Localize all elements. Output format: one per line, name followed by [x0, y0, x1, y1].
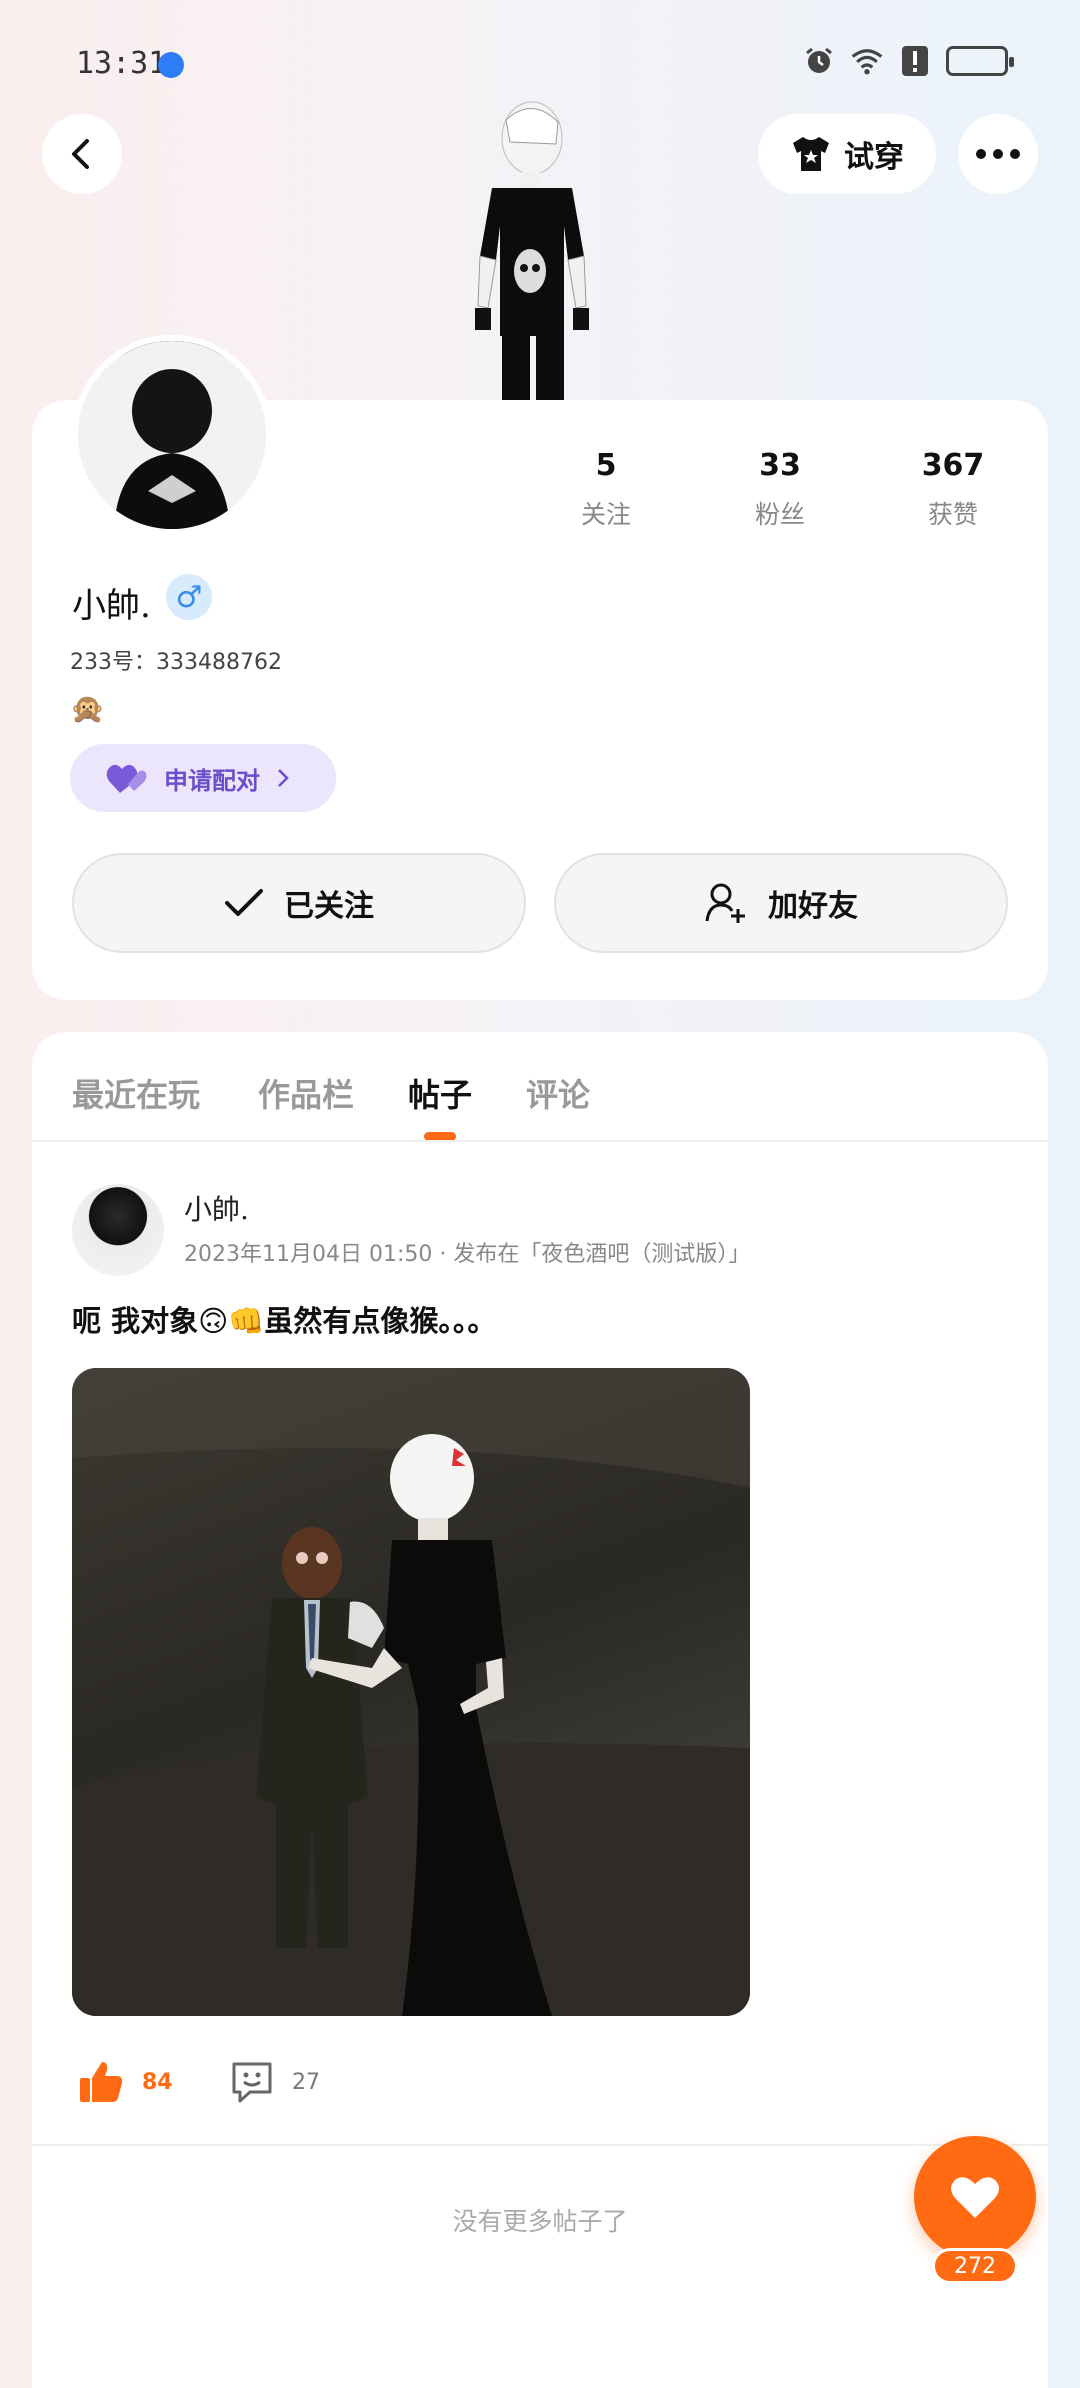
post-divider — [32, 2144, 1048, 2146]
followed-label: 已关注 — [284, 889, 374, 924]
post-text: 呃 我对象🙃👊虽然有点像猴。。。 — [72, 1304, 497, 1338]
chevron-left-icon — [72, 139, 89, 169]
add-friend-label: 加好友 — [768, 889, 858, 924]
heart-count-badge: 272 — [932, 2248, 1018, 2284]
stat-followers-value: 33 — [759, 448, 801, 483]
stat-likes-value: 367 — [921, 448, 985, 483]
profile-name: 小帥. — [72, 586, 151, 626]
tabs-divider — [32, 1140, 1048, 1142]
comment-icon — [232, 2062, 272, 2103]
check-icon — [225, 889, 263, 916]
more-icon — [976, 149, 1020, 159]
user-id: 233号：333488762 — [70, 650, 282, 675]
stat-following-value: 5 — [595, 448, 617, 483]
add-friend-button[interactable]: 加好友 — [554, 853, 1008, 953]
try-on-button[interactable]: 试穿 — [758, 114, 936, 194]
heart-fab-button[interactable] — [914, 2136, 1036, 2258]
post-author-name[interactable]: 小帥. — [184, 1188, 249, 1228]
tab-works[interactable]: 作品栏 — [258, 1070, 354, 1116]
post-author-avatar[interactable] — [72, 1184, 164, 1276]
post-meta: 2023年11月04日 01:50 · 发布在「夜色酒吧（测试版）」 — [184, 1242, 751, 1267]
followed-button[interactable]: 已关注 — [72, 853, 526, 953]
battery-icon — [946, 46, 1014, 76]
stat-followers[interactable]: 33 粉丝 — [710, 448, 850, 531]
bio-emoji: 🙊 — [70, 692, 105, 725]
try-on-label: 试穿 — [844, 140, 904, 175]
tab-comments[interactable]: 评论 — [526, 1070, 590, 1116]
request-pair-button[interactable]: 申请配对 — [70, 744, 336, 812]
status-time: 13:31 — [76, 46, 167, 81]
app-notification-icon — [158, 52, 184, 78]
more-button[interactable] — [958, 114, 1038, 194]
like-count: 84 — [142, 2069, 173, 2095]
male-gender-icon: ♂ — [166, 574, 212, 620]
stat-followers-label: 粉丝 — [754, 500, 805, 529]
stat-following[interactable]: 5 关注 — [536, 448, 676, 531]
tab-recently-played[interactable]: 最近在玩 — [72, 1070, 200, 1116]
stat-likes[interactable]: 367 获赞 — [883, 448, 1023, 531]
stat-likes-label: 获赞 — [927, 500, 978, 529]
alert-icon — [898, 44, 932, 78]
comment-button[interactable]: 27 — [230, 2060, 320, 2104]
thumbs-up-icon — [80, 2062, 123, 2102]
wifi-icon — [850, 44, 884, 78]
hearts-icon — [106, 764, 147, 793]
request-pair-label: 申请配对 — [164, 766, 260, 795]
chevron-right-icon — [278, 769, 289, 787]
add-friend-icon — [705, 883, 745, 923]
shirt-icon — [793, 137, 829, 171]
like-button[interactable]: 84 — [78, 2060, 173, 2104]
stat-following-label: 关注 — [580, 500, 631, 529]
back-button[interactable] — [42, 114, 122, 194]
comment-count: 27 — [292, 2069, 320, 2095]
post-image[interactable] — [72, 1368, 750, 2016]
heart-icon — [951, 2177, 999, 2218]
alarm-icon — [802, 44, 836, 78]
character-avatar-image — [460, 96, 600, 401]
avatar[interactable] — [72, 335, 272, 535]
tab-posts[interactable]: 帖子 — [408, 1070, 472, 1116]
status-icons — [802, 44, 1014, 78]
